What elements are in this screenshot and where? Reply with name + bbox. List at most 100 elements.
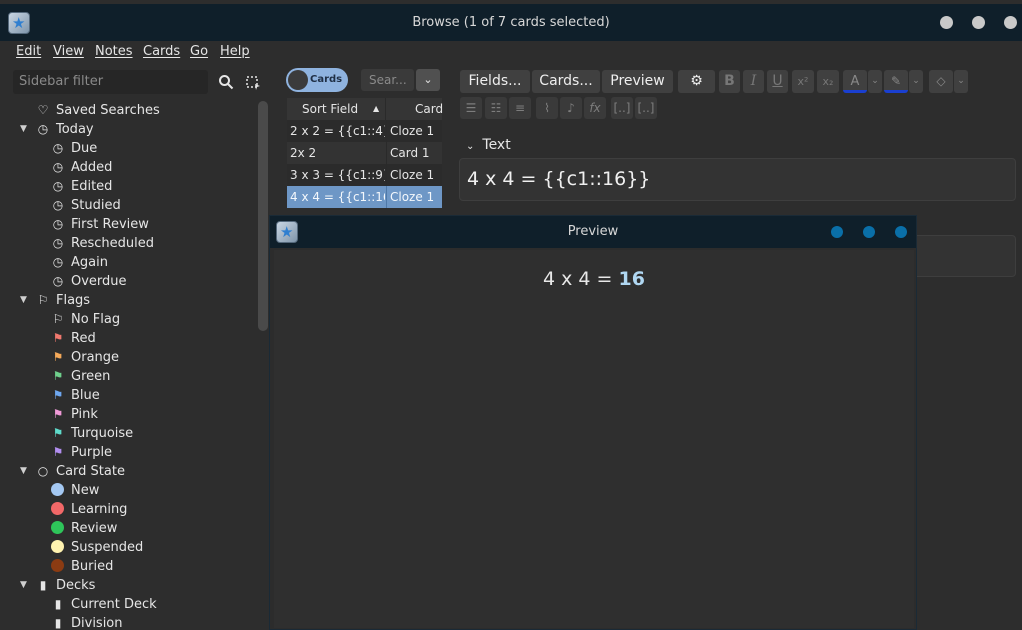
sidebar-item-flags[interactable]: ⚐ Flags bbox=[36, 291, 90, 310]
search-input[interactable]: Sear... bbox=[361, 69, 414, 91]
cards-notes-toggle[interactable]: Cards bbox=[286, 68, 348, 92]
subscript-icon[interactable]: x₂ bbox=[817, 70, 839, 93]
align-icon[interactable]: ≡ bbox=[509, 97, 531, 119]
select-tool-icon[interactable] bbox=[241, 70, 265, 94]
sidebar-item-state-suspended[interactable]: Suspended bbox=[51, 538, 143, 557]
italic-icon[interactable]: I bbox=[743, 70, 764, 93]
minimize-button[interactable] bbox=[831, 226, 843, 238]
sidebar-item-flag-green[interactable]: ⚑ Green bbox=[51, 367, 111, 386]
sidebar-item-flag-blue[interactable]: ⚑ Blue bbox=[51, 386, 100, 405]
preview-title-bar: Preview bbox=[270, 216, 916, 248]
clock-icon: ◷ bbox=[52, 141, 64, 155]
menu-view[interactable]: View bbox=[53, 44, 84, 59]
maximize-button[interactable] bbox=[863, 226, 875, 238]
chevron-down-icon[interactable]: ▼ bbox=[20, 462, 30, 481]
chevron-down-icon[interactable]: ⌄ bbox=[868, 70, 882, 93]
sidebar-scrollbar[interactable] bbox=[258, 101, 268, 331]
bullet-list-icon[interactable]: ☰ bbox=[460, 97, 482, 119]
table-row-selected[interactable]: 4 x 4 = {{c1::16}}Cloze 1 bbox=[287, 186, 442, 208]
cards-button[interactable]: Cards... bbox=[532, 70, 600, 93]
eraser-icon[interactable]: ◇ bbox=[929, 70, 953, 93]
sidebar-item-edited[interactable]: ◷ Edited bbox=[51, 177, 113, 196]
clock-icon: ◷ bbox=[37, 122, 49, 136]
menu-edit[interactable]: Edit bbox=[16, 44, 41, 59]
microphone-icon[interactable]: ♪ bbox=[560, 97, 582, 119]
learning-state-icon bbox=[51, 502, 64, 515]
sidebar-item-state-review[interactable]: Review bbox=[51, 519, 117, 538]
sidebar-item-flag-red[interactable]: ⚑ Red bbox=[51, 329, 96, 348]
sidebar-item-state-buried[interactable]: Buried bbox=[51, 557, 113, 576]
superscript-icon[interactable]: x² bbox=[792, 70, 814, 93]
sidebar-item-due[interactable]: ◷ Due bbox=[51, 139, 98, 158]
numbered-list-icon[interactable]: ☷ bbox=[485, 97, 507, 119]
chevron-down-icon[interactable]: ▼ bbox=[20, 576, 30, 595]
bold-icon[interactable]: B bbox=[719, 70, 740, 93]
search-icon[interactable] bbox=[214, 70, 238, 94]
sidebar-item-added[interactable]: ◷ Added bbox=[51, 158, 113, 177]
gear-icon[interactable]: ⚙ bbox=[678, 70, 715, 93]
column-card[interactable]: Card bbox=[415, 98, 443, 120]
sidebar-item-overdue[interactable]: ◷ Overdue bbox=[51, 272, 127, 291]
clock-icon: ◷ bbox=[52, 217, 64, 231]
sidebar-item-division[interactable]: ▮ Division bbox=[51, 614, 123, 630]
sidebar-item-flag-purple[interactable]: ⚑ Purple bbox=[51, 443, 112, 462]
sidebar-filter-input[interactable]: Sidebar filter bbox=[13, 70, 208, 94]
cloze-icon[interactable]: [..] bbox=[611, 97, 633, 119]
sidebar-item-first-review[interactable]: ◷ First Review bbox=[51, 215, 149, 234]
browse-window: Browse (1 of 7 cards selected) Edit View… bbox=[0, 0, 1022, 630]
menu-go[interactable]: Go bbox=[190, 44, 208, 59]
sort-ascending-icon: ▲ bbox=[373, 104, 380, 113]
sidebar-item-card-state[interactable]: ○ Card State bbox=[36, 462, 125, 481]
sidebar-item-today[interactable]: ◷ Today bbox=[36, 120, 94, 139]
chevron-down-icon[interactable]: ⌄ bbox=[416, 69, 440, 91]
chevron-down-icon[interactable]: ⌄ bbox=[954, 70, 968, 93]
menu-notes[interactable]: Notes bbox=[95, 44, 133, 59]
field-text-editor[interactable]: 4 x 4 = {{c1::16}} bbox=[459, 158, 1016, 201]
sidebar-item-saved-searches[interactable]: ♡ Saved Searches bbox=[36, 101, 160, 120]
sidebar-item-flag-turquoise[interactable]: ⚑ Turquoise bbox=[51, 424, 134, 443]
sidebar-item-state-new[interactable]: New bbox=[51, 481, 99, 500]
cloze-same-icon[interactable]: [..] bbox=[635, 97, 657, 119]
text-color-icon[interactable]: A bbox=[843, 70, 867, 93]
sidebar-item-decks[interactable]: ▮ Decks bbox=[36, 576, 96, 595]
sidebar-item-again[interactable]: ◷ Again bbox=[51, 253, 108, 272]
toggle-knob bbox=[288, 70, 308, 90]
table-row[interactable]: 3 x 3 = {{c1::9}}Cloze 1 bbox=[287, 164, 442, 186]
fields-button[interactable]: Fields... bbox=[460, 70, 530, 93]
table-header: Sort Field ▲ Card bbox=[287, 98, 443, 120]
maximize-button[interactable] bbox=[972, 16, 985, 29]
sidebar-item-current-deck[interactable]: ▮ Current Deck bbox=[51, 595, 157, 614]
title-bar: Browse (1 of 7 cards selected) bbox=[0, 4, 1022, 41]
deck-icon: ▮ bbox=[54, 616, 62, 630]
minimize-button[interactable] bbox=[940, 16, 953, 29]
window-title: Browse (1 of 7 cards selected) bbox=[412, 15, 610, 30]
sidebar-item-rescheduled[interactable]: ◷ Rescheduled bbox=[51, 234, 154, 253]
menu-help[interactable]: Help bbox=[220, 44, 250, 59]
chevron-down-icon[interactable]: ⌄ bbox=[466, 141, 474, 152]
column-sort-field[interactable]: Sort Field ▲ bbox=[287, 98, 386, 120]
table-row[interactable]: 2x 2 Card 1 bbox=[287, 142, 442, 164]
preview-title: Preview bbox=[567, 224, 619, 239]
menu-cards[interactable]: Cards bbox=[143, 44, 180, 59]
highlight-icon[interactable]: ✎ bbox=[884, 70, 908, 93]
chevron-down-icon[interactable]: ▼ bbox=[20, 291, 30, 310]
no-flag-icon: ⚐ bbox=[52, 312, 64, 326]
formula-icon[interactable]: fx bbox=[584, 97, 606, 119]
chevron-down-icon[interactable]: ⌄ bbox=[909, 70, 923, 93]
sidebar-item-studied[interactable]: ◷ Studied bbox=[51, 196, 121, 215]
table-row[interactable]: 2 x 2 = {{c1::4}}Cloze 1 bbox=[287, 120, 442, 142]
sidebar-item-state-learning[interactable]: Learning bbox=[51, 500, 127, 519]
sidebar-item-flag-orange[interactable]: ⚑ Orange bbox=[51, 348, 119, 367]
cloze-answer: 16 bbox=[618, 268, 645, 290]
circle-icon: ○ bbox=[37, 464, 49, 478]
chevron-down-icon[interactable]: ▼ bbox=[20, 120, 30, 139]
field-extra-editor[interactable] bbox=[900, 235, 1016, 277]
sidebar-item-no-flag[interactable]: ⚐ No Flag bbox=[51, 310, 121, 329]
sidebar-item-flag-pink[interactable]: ⚑ Pink bbox=[51, 405, 98, 424]
paperclip-icon[interactable]: ⌇ bbox=[536, 97, 558, 119]
close-button[interactable] bbox=[1004, 16, 1017, 29]
close-button[interactable] bbox=[895, 226, 907, 238]
preview-button[interactable]: Preview bbox=[602, 70, 673, 93]
underline-icon[interactable]: U bbox=[767, 70, 788, 93]
green-flag-icon: ⚑ bbox=[52, 369, 64, 383]
